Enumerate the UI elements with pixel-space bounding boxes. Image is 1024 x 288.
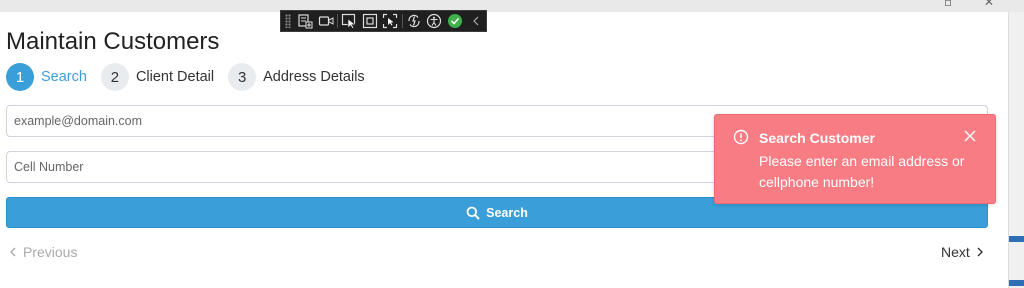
page-title: Maintain Customers xyxy=(6,28,220,55)
edge-marker xyxy=(1009,280,1024,286)
toast-message: Please enter an email address or cellpho… xyxy=(759,153,965,190)
record-icon[interactable] xyxy=(315,11,336,31)
toolbar-separator xyxy=(336,14,338,28)
toolbar-grip-handle[interactable] xyxy=(285,14,291,28)
collapse-icon[interactable] xyxy=(465,11,486,31)
step-label: Address Details xyxy=(263,69,365,85)
step-client-detail[interactable]: 2 Client Detail xyxy=(100,63,215,91)
display-layout-adorners-icon[interactable] xyxy=(359,11,380,31)
select-element-icon[interactable] xyxy=(339,11,360,31)
alert-circle-icon xyxy=(733,129,749,145)
cell-number-placeholder: Cell Number xyxy=(14,160,84,174)
step-label: Client Detail xyxy=(135,69,215,85)
next-button[interactable]: Next xyxy=(941,244,984,260)
step-indicator: 1 Search 2 Client Detail 3 Address Detai… xyxy=(6,63,379,91)
status-ok-icon[interactable] xyxy=(445,11,466,31)
next-label: Next xyxy=(941,244,970,260)
step-number: 1 xyxy=(6,63,34,91)
window-titlebar: ▫ ✕ xyxy=(0,0,1024,12)
chevron-left-icon xyxy=(10,247,16,257)
right-edge-panel xyxy=(1008,12,1024,288)
chevron-right-icon xyxy=(977,247,983,257)
previous-button[interactable]: Previous xyxy=(9,244,77,260)
hot-reload-icon[interactable] xyxy=(404,11,425,31)
close-icon[interactable] xyxy=(963,129,977,143)
step-number: 2 xyxy=(100,63,129,91)
toolbar-separator xyxy=(401,14,403,28)
email-field-placeholder: example@domain.com xyxy=(14,114,143,128)
previous-label: Previous xyxy=(23,244,78,260)
live-tree-icon[interactable] xyxy=(295,11,316,31)
accessibility-icon[interactable] xyxy=(424,11,445,31)
toast-title: Search Customer xyxy=(759,130,875,146)
edge-marker xyxy=(1009,236,1024,242)
search-button-label: Search xyxy=(486,205,528,220)
track-focus-icon[interactable] xyxy=(380,11,401,31)
debug-toolbar xyxy=(280,10,487,32)
step-number: 3 xyxy=(228,63,257,91)
step-search[interactable]: 1 Search xyxy=(6,63,87,91)
error-toast: Search Customer Please enter an email ad… xyxy=(714,114,996,204)
restore-icon[interactable]: ▫ xyxy=(944,0,952,9)
search-icon xyxy=(466,206,480,220)
step-address-details[interactable]: 3 Address Details xyxy=(228,63,365,91)
close-window-icon[interactable]: ✕ xyxy=(984,0,994,9)
step-label: Search xyxy=(41,69,87,85)
